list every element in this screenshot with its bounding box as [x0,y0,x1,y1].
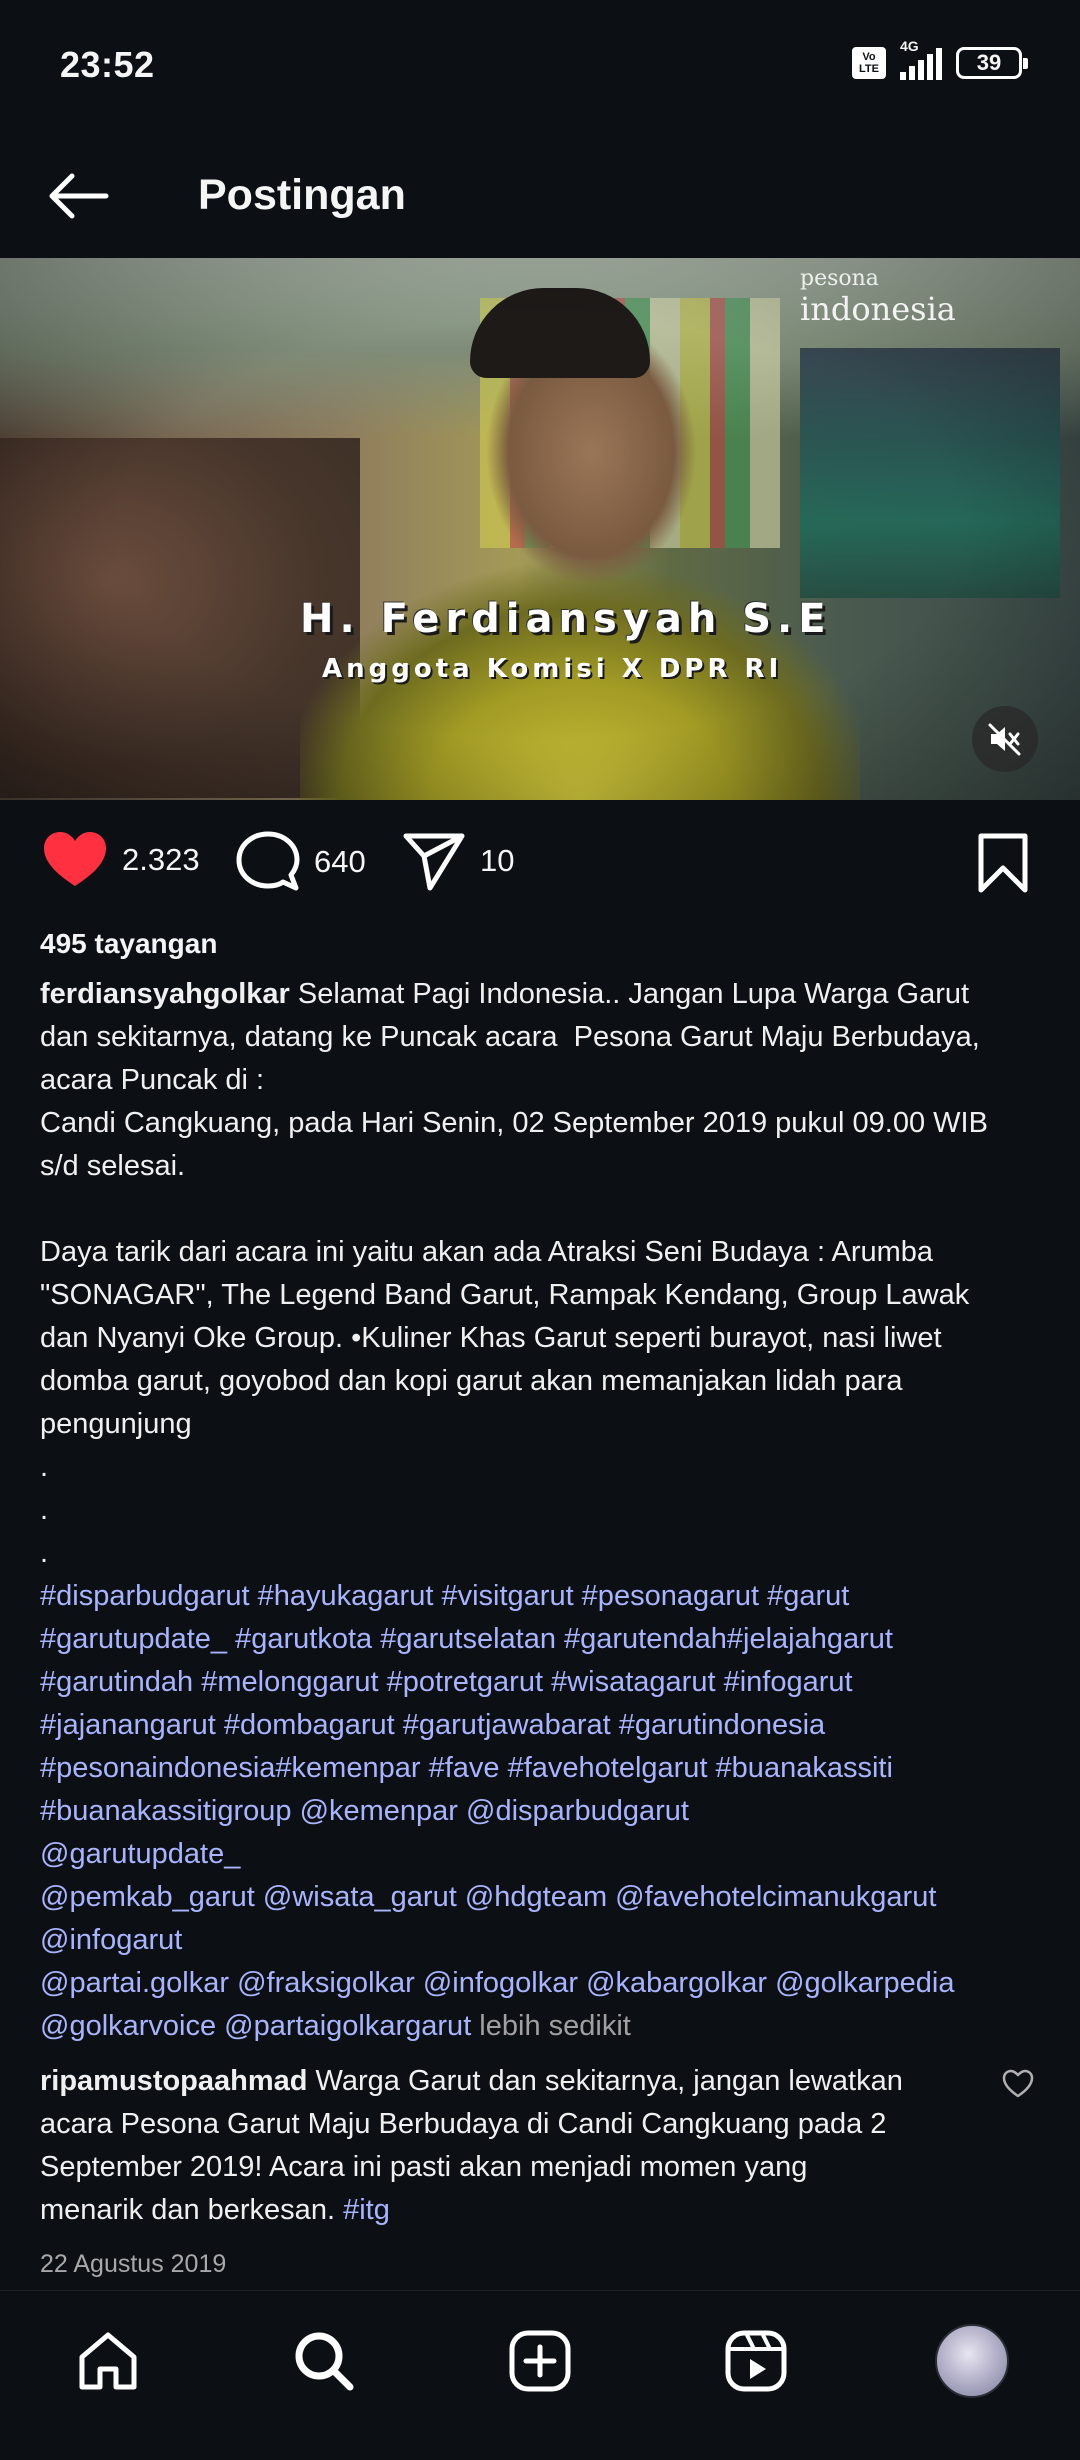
bottom-nav [0,2290,1080,2460]
comment-action[interactable]: 640 [236,830,366,894]
nav-reels[interactable] [716,2321,796,2401]
post-actions: 2.323 640 10 [0,800,1080,930]
battery-icon: 39 [956,47,1028,79]
arrow-left-icon [49,173,109,219]
nav-search[interactable] [284,2321,364,2401]
back-button[interactable] [40,158,116,234]
video-name-overlay: H. Ferdiansyah S.E [300,596,832,642]
search-icon [295,2332,354,2391]
comment-hashtag[interactable]: #itg [343,2194,390,2226]
show-less-link[interactable]: lebih sedikit [471,2010,631,2042]
hashtag-line[interactable]: #disparbudgarut #hayukagarut #visitgarut… [40,1575,1050,1618]
comment-like-button[interactable] [996,2062,1040,2106]
heart-filled-icon [44,832,106,886]
video-role-overlay: Anggota Komisi X DPR RI [322,654,783,684]
share-action[interactable]: 10 [402,830,514,892]
bookmark-icon [978,833,1028,893]
nav-create[interactable] [500,2321,580,2401]
comment-bubble-icon [236,831,300,891]
send-icon [403,833,465,891]
home-icon [79,2332,137,2390]
comment-item: ripamustopaahmad Warga Garut dan sekitar… [40,2060,980,2232]
status-icons: Vo LTE 4G 39 [852,38,1028,80]
reels-icon [725,2330,787,2392]
hashtag-line[interactable]: #pesonaindonesia#kemenpar #fave #favehot… [40,1747,1050,1790]
comment-count: 640 [314,844,366,879]
hashtag-line[interactable]: @partai.golkar @fraksigolkar @infogolkar… [40,1962,1050,2005]
create-icon [509,2330,571,2392]
network-type: 4G [900,38,919,54]
post-video[interactable]: pesona indonesia H. Ferdiansyah S.E Angg… [0,258,1080,800]
page-title: Postingan [198,171,406,219]
status-bar: 23:52 Vo LTE 4G 39 [0,0,1080,130]
top-bar: Postingan [0,130,1080,260]
hashtag-line-last: @golkarvoice @partaigolkargarut lebih se… [40,2005,1050,2048]
pesona-indonesia-logo: pesona indonesia [800,266,956,328]
like-count: 2.323 [122,842,200,877]
profile-avatar [935,2324,1009,2398]
post-date: 22 Agustus 2019 [40,2250,227,2278]
comment-username[interactable]: ripamustopaahmad [40,2065,308,2097]
hashtag-block: #disparbudgarut #hayukagarut #visitgarut… [40,1575,1050,2048]
like-action[interactable]: 2.323 [42,830,200,890]
hashtag-line[interactable]: #jajanangarut #dombagarut #garutjawabara… [40,1704,1050,1747]
mute-button[interactable] [972,706,1038,772]
heart-outline-icon [1002,2069,1034,2098]
signal-icon: 4G [900,38,942,80]
hashtag-line[interactable]: #buanakassitigroup @kemenpar @disparbudg… [40,1790,1050,1833]
share-count: 10 [480,843,515,878]
hashtag-line[interactable]: #garutindah #melonggarut #potretgarut #w… [40,1661,1050,1704]
hashtag-line[interactable]: #garutupdate_ #garutkota #garutselatan #… [40,1618,1050,1661]
volte-icon: Vo LTE [852,47,886,79]
caption-username[interactable]: ferdiansyahgolkar [40,978,290,1010]
nav-home[interactable] [68,2321,148,2401]
save-button[interactable] [970,830,1036,896]
nav-profile[interactable] [932,2321,1012,2401]
caption-text: Selamat Pagi Indonesia.. Jangan Lupa War… [40,978,988,1569]
view-count: 495 tayangan [40,928,218,959]
status-time: 23:52 [60,44,155,85]
hashtag-line[interactable]: @golkarvoice @partaigolkargarut [40,2010,471,2042]
hashtag-line[interactable]: @pemkab_garut @wisata_garut @hdgteam @fa… [40,1876,1050,1919]
post-caption: ferdiansyahgolkar Selamat Pagi Indonesia… [40,973,1040,1575]
hashtag-line[interactable]: @garutupdate_ [40,1833,1050,1876]
volume-muted-icon [988,723,1021,756]
hashtag-line[interactable]: @infogarut [40,1919,1050,1962]
